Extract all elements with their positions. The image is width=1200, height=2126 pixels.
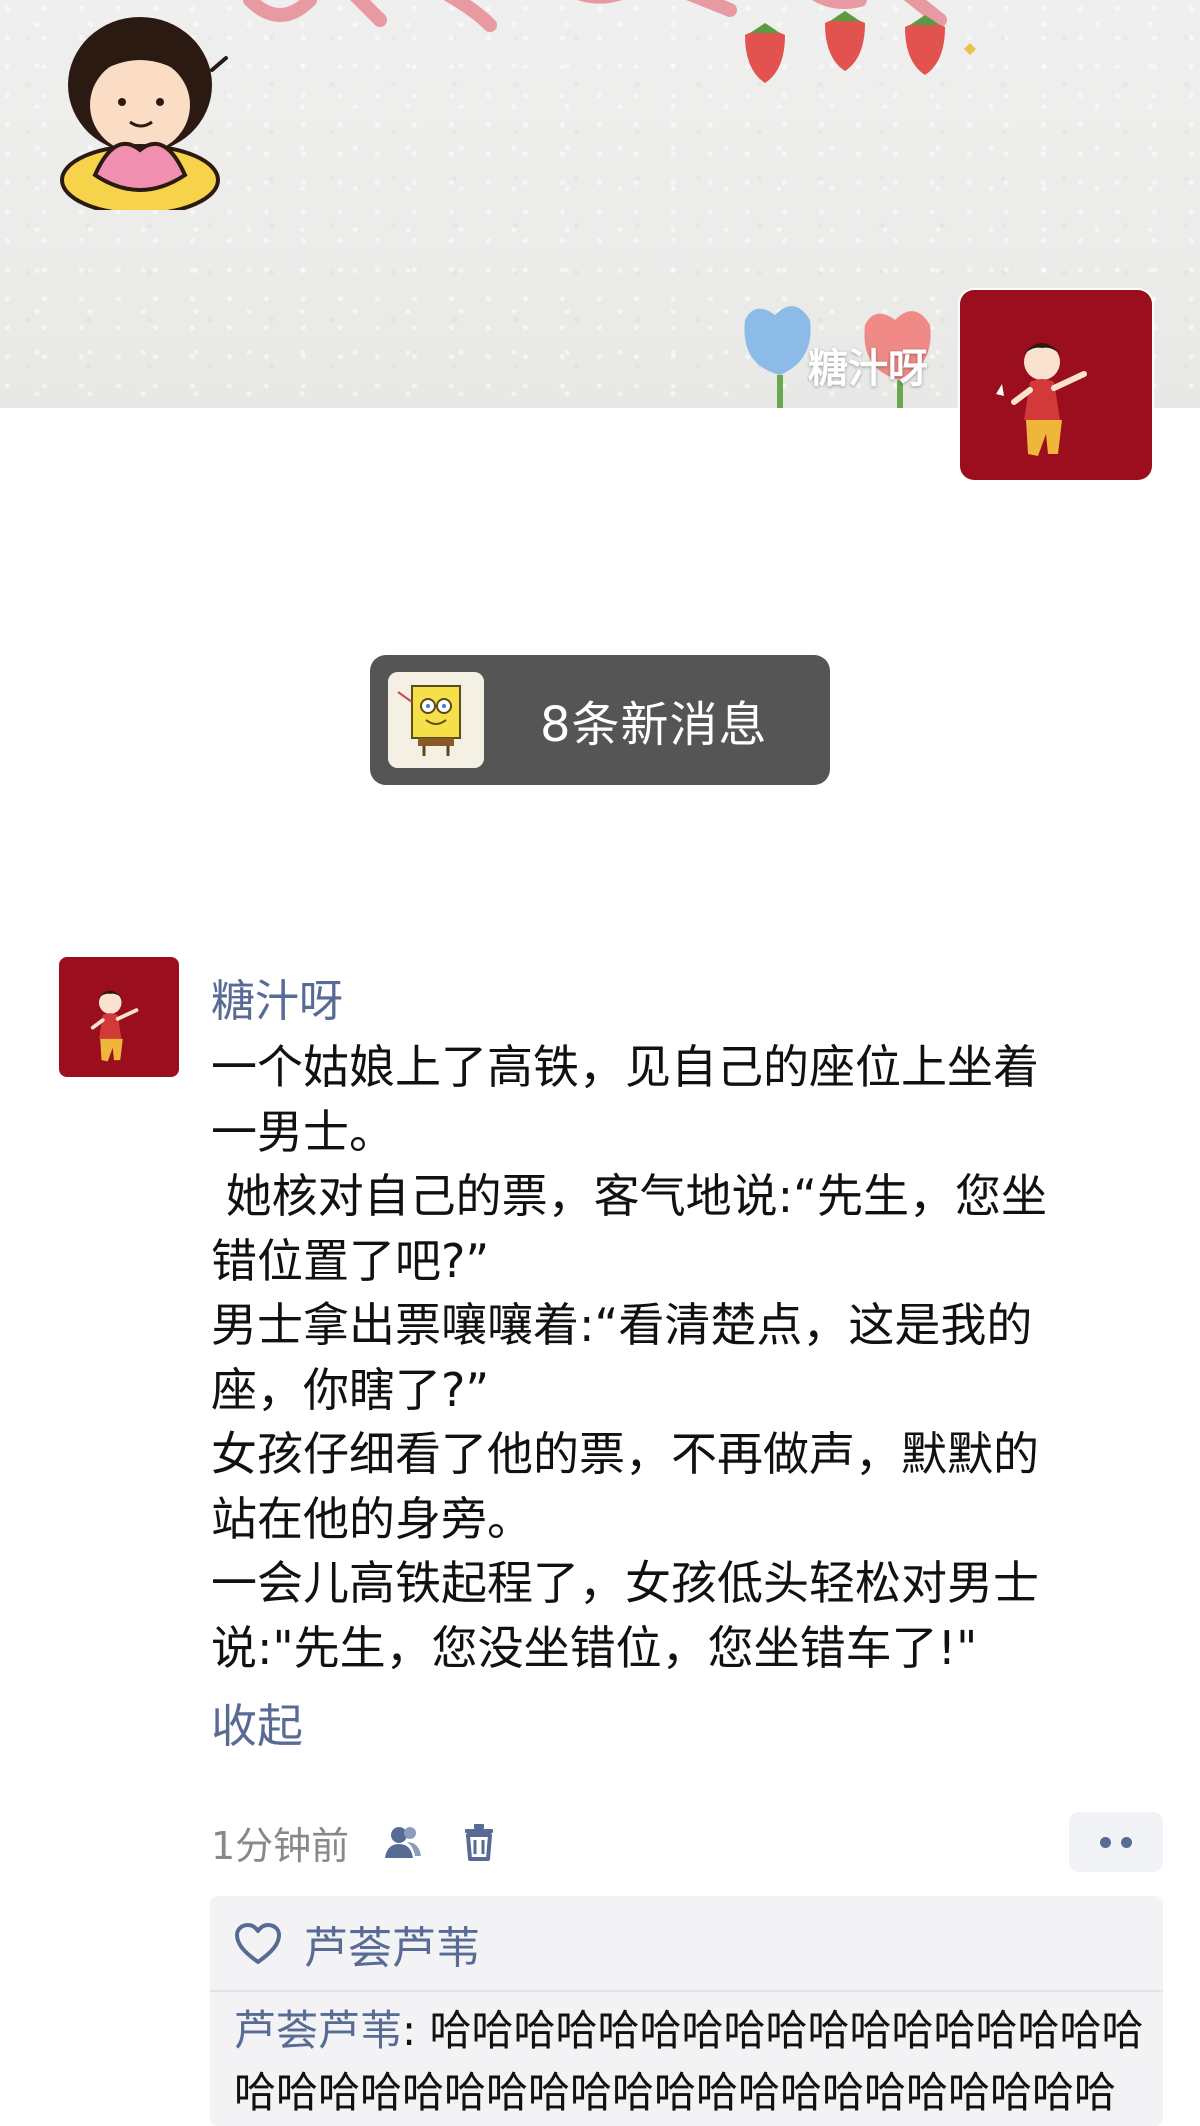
post-line: 说:"先生，您没坐错位，您坐错车了!" [211,1620,978,1675]
strawberries-decor [745,11,976,83]
heart-outline-icon [234,1922,282,1966]
profile-avatar[interactable] [960,290,1152,480]
post-author-avatar[interactable] [59,957,179,1077]
trash-icon[interactable] [457,1820,501,1864]
comment-author[interactable]: 芦荟芦苇 [234,2006,402,2055]
post-line: 她核对自己的票，客气地说:“先生，您坐 [211,1169,1047,1223]
cover-username: 糖汁呀 [808,346,928,392]
more-dots-icon [1100,1836,1111,1848]
post-meta: 1分钟前 [211,1812,501,1872]
divider [210,1990,1163,1992]
post-line: 一会儿高铁起程了，女孩低头轻松对男士 [211,1556,1039,1610]
post-line: 座，你瞎了?” [211,1362,490,1417]
more-actions-button[interactable] [1069,1812,1163,1872]
likes-row: 芦荟芦苇 [234,1912,480,1976]
post-line: 一个姑娘上了高铁，见自己的座位上坐着 [211,1040,1039,1094]
new-messages-label: 8条新消息 [540,697,768,753]
post-line: 站在他的身旁。 [211,1491,533,1546]
post-author-name[interactable]: 糖汁呀 [211,965,343,1029]
dancing-girl-avatar-image [90,990,139,1062]
sender-avatar [388,672,484,768]
girl-sticker-image [60,17,228,210]
new-messages-notice[interactable]: 8条新消息 [370,655,830,785]
more-dots-icon [1121,1836,1132,1848]
post-line: 一男士。 [211,1104,395,1159]
liker-name[interactable]: 芦荟芦苇 [304,1912,480,1976]
comment-item[interactable]: 芦荟芦苇: 哈哈哈哈哈哈哈哈哈哈哈哈哈哈哈哈哈 哈哈哈哈哈哈哈哈哈哈哈哈哈哈哈哈… [234,2000,1164,2124]
collapse-link[interactable]: 收起 [211,1690,303,1756]
comment-text-continued: 哈哈哈哈哈哈哈哈哈哈哈哈哈哈哈哈哈哈哈哈哈 [234,2068,1117,2117]
dancing-girl-avatar-image [996,343,1087,456]
post-content: 一个姑娘上了高铁，见自己的座位上坐着 一男士。 她核对自己的票，客气地说:“先生… [211,1035,1141,1680]
comment-separator: : [402,2006,430,2055]
interactions-panel: 芦荟芦苇 芦荟芦苇: 哈哈哈哈哈哈哈哈哈哈哈哈哈哈哈哈哈 哈哈哈哈哈哈哈哈哈哈哈… [210,1896,1163,2126]
post-line: 错位置了吧?” [211,1233,490,1288]
post-line: 女孩仔细看了他的票，不再做声，默默的 [211,1427,1039,1481]
spongebob-avatar-image [388,672,484,768]
post-line: 男士拿出票嚷嚷着:“看清楚点，这是我的 [211,1298,1033,1352]
contacts-icon[interactable] [381,1820,425,1864]
comment-text: 哈哈哈哈哈哈哈哈哈哈哈哈哈哈哈哈哈 [429,2006,1144,2055]
post-time: 1分钟前 [211,1823,350,1868]
